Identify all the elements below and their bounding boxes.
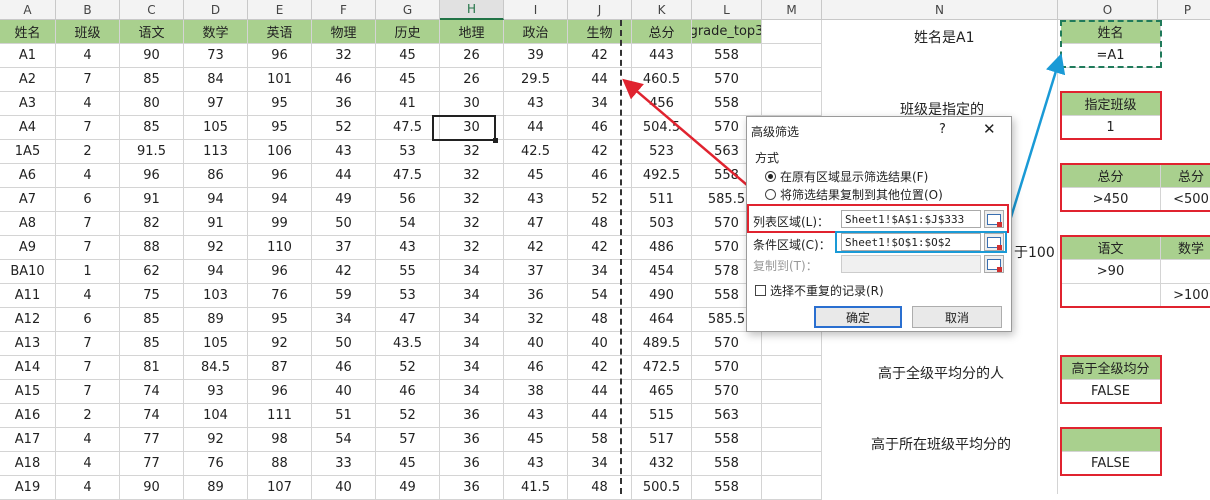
mode-group-label: 方式 [755,151,780,165]
checkbox-icon [755,285,766,296]
radio-copy-to-location-label: 将筛选结果复制到其他位置(O) [780,188,943,202]
dialog-title: 高级筛选 [751,125,800,139]
radio-filter-in-place[interactable]: 在原有区域显示筛选结果(F) [765,168,928,185]
list-range-highlight [747,204,1009,233]
criteria-range-label: 条件区域(C)： [753,238,831,252]
radio-selected-icon [765,171,776,182]
radio-copy-to-location[interactable]: 将筛选结果复制到其他位置(O) [765,186,943,203]
copy-to-input [841,255,981,273]
help-button[interactable]: ? [939,122,946,137]
close-icon[interactable]: ✕ [983,120,996,138]
copy-to-label: 复制到(T)： [753,259,818,273]
unique-records-label: 选择不重复的记录(R) [770,284,884,298]
advanced-filter-dialog[interactable]: 高级筛选 ? ✕ 方式 在原有区域显示筛选结果(F) 将筛选结果复制到其他位置(… [746,116,1012,332]
cancel-button[interactable]: 取消 [912,306,1002,328]
radio-unselected-icon [765,189,776,200]
annotation-arrows [622,53,1066,241]
ok-button[interactable]: 确定 [814,306,902,328]
radio-filter-in-place-label: 在原有区域显示筛选结果(F) [780,170,929,184]
criteria-range-highlight [835,231,1007,253]
blue-arrow [1002,53,1066,241]
copy-to-picker-icon [984,255,1004,273]
unique-records-checkbox[interactable]: 选择不重复的记录(R) [755,282,884,299]
